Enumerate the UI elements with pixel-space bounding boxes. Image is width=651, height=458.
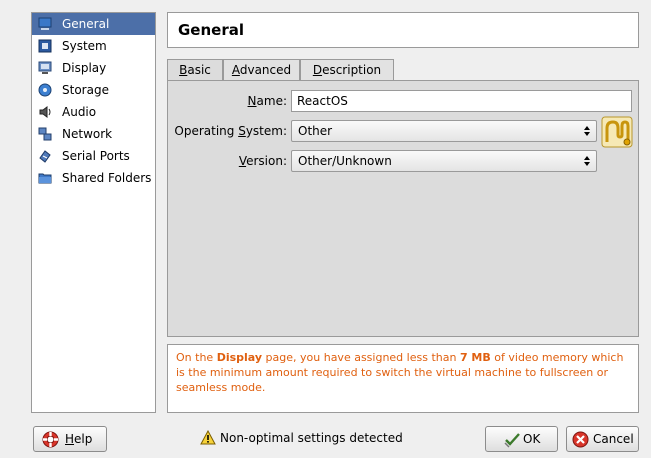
tab-basic-label: asic [187, 63, 211, 77]
tab-advanced-label: dvanced [239, 63, 292, 77]
os-label-prefix: Operating [174, 124, 239, 138]
general-icon [38, 17, 52, 31]
sidebar-item-label: General [62, 17, 110, 31]
help-mnemonic: H [65, 432, 75, 446]
page-title-text: General [178, 21, 244, 39]
name-label-mnemonic: N [247, 94, 257, 108]
help-button[interactable]: Help [33, 426, 107, 452]
system-icon [38, 39, 52, 53]
sidebar-item-label: Storage [62, 83, 109, 97]
tab-description[interactable]: Description [300, 59, 394, 81]
sidebar-item-label: Network [62, 127, 113, 141]
os-select-value: Other [298, 124, 333, 138]
sidebar-item-audio[interactable]: Audio [32, 101, 155, 123]
sidebar-item-shared-folders[interactable]: Shared Folders [32, 167, 155, 189]
help-label: elp [74, 432, 93, 446]
sidebar-item-system[interactable]: System [32, 35, 155, 57]
lifebuoy-icon [42, 431, 59, 448]
ok-button[interactable]: OK [485, 426, 558, 452]
sidebar-item-label: Audio [62, 105, 97, 119]
settings-category-list: General System Display Storage Audio Net… [31, 12, 156, 413]
checkmark-icon [504, 433, 520, 448]
storage-icon [38, 83, 52, 97]
tab-basic[interactable]: Basic [167, 59, 223, 82]
tab-description-mnemonic: D [312, 63, 323, 77]
name-field[interactable]: ReactOS [291, 90, 632, 112]
name-label: Name: [168, 94, 287, 108]
serial-ports-icon [38, 149, 52, 163]
sidebar-item-network[interactable]: Network [32, 123, 155, 145]
warning-text-prefix: On the [176, 351, 217, 364]
cancel-icon [572, 431, 589, 448]
name-field-value: ReactOS [297, 94, 348, 108]
os-label-text: ystem: [245, 124, 287, 138]
os-label: Operating System: [168, 124, 287, 138]
version-label-mnemonic: V [238, 154, 247, 168]
sidebar-item-serial-ports[interactable]: Serial Ports [32, 145, 155, 167]
warning-page-link[interactable]: Display [217, 351, 262, 364]
ok-label: OK [523, 432, 541, 446]
basic-tab-panel: Name: ReactOS Operating System: Other Ve… [167, 80, 639, 337]
version-select[interactable]: Other/Unknown [291, 150, 597, 172]
display-icon [38, 61, 52, 75]
audio-icon [38, 105, 52, 119]
cancel-label: Cancel [593, 432, 634, 446]
cancel-button[interactable]: Cancel [566, 426, 639, 452]
version-label: Version: [168, 154, 287, 168]
warning-amount: 7 MB [459, 351, 491, 364]
status-text: Non-optimal settings detected [220, 431, 403, 445]
os-type-icon [601, 116, 633, 148]
version-select-value: Other/Unknown [298, 154, 392, 168]
shared-folders-icon [38, 171, 52, 185]
combo-arrows-icon [584, 126, 590, 136]
sidebar-item-display[interactable]: Display [32, 57, 155, 79]
os-select[interactable]: Other [291, 120, 597, 142]
network-icon [38, 127, 52, 141]
warning-text-middle: page, you have assigned less than [262, 351, 460, 364]
sidebar-item-label: Shared Folders [62, 171, 152, 185]
version-label-text: ersion: [246, 154, 287, 168]
sidebar-item-label: Serial Ports [62, 149, 130, 163]
name-label-text: ame: [256, 94, 287, 108]
sidebar-item-general[interactable]: General [32, 13, 155, 35]
tab-description-label: escription [322, 63, 382, 77]
warning-message: On the Display page, you have assigned l… [167, 344, 639, 413]
sidebar-item-label: System [62, 39, 107, 53]
sidebar-item-storage[interactable]: Storage [32, 79, 155, 101]
os-label-mnemonic: S [238, 124, 246, 138]
warning-icon [200, 430, 216, 445]
page-title: General [167, 12, 639, 48]
combo-arrows-icon [584, 156, 590, 166]
tab-advanced[interactable]: Advanced [223, 59, 300, 81]
sidebar-item-label: Display [62, 61, 107, 75]
tab-advanced-mnemonic: A [231, 63, 240, 77]
